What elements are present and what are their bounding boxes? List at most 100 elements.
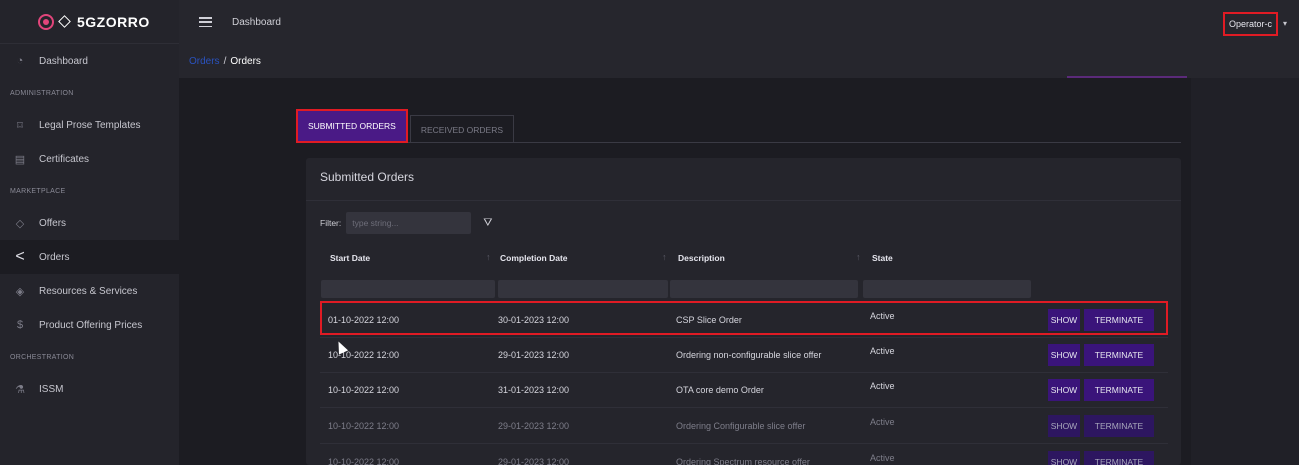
filter-input[interactable] [346, 212, 472, 234]
column-description[interactable]: Description [678, 248, 725, 268]
sort-arrow-icon[interactable]: ↑ [662, 252, 667, 262]
show-button[interactable]: SHOW [1048, 344, 1080, 366]
sidebar-item-label: Resources & Services [39, 285, 138, 297]
sidebar-item-label: Orders [39, 251, 70, 263]
table-row[interactable]: 01-10-2022 12:00 30-01-2023 12:00 CSP Sl… [320, 301, 1168, 335]
tab-received-orders[interactable]: RECEIVED ORDERS [409, 115, 515, 143]
sidebar-item-label: Offers [39, 217, 67, 229]
layers-icon: ◈ [15, 285, 25, 298]
card-title: Submitted Orders [320, 170, 415, 184]
topbar-dashboard-link[interactable]: Dashboard [232, 17, 281, 28]
tab-submitted-orders[interactable]: SUBMITTED ORDERS [296, 109, 408, 143]
cell-completion-date: 30-01-2023 12:00 [498, 315, 570, 325]
breadcrumb-separator: / [223, 55, 227, 67]
show-button[interactable]: SHOW [1048, 309, 1080, 331]
column-state[interactable]: State [872, 248, 893, 268]
chevron-down-icon[interactable]: ▾ [1283, 19, 1287, 28]
submitted-orders-card: Submitted Orders Filter: ⛛ Start Date ↑ … [306, 158, 1181, 465]
filter-row: Filter: ⛛ [320, 212, 493, 234]
breadcrumb: Orders / Orders [179, 44, 1299, 78]
cell-state: Active [870, 381, 895, 391]
breadcrumb-current: Orders [230, 55, 261, 67]
divider [306, 200, 1181, 201]
logo-ring-icon [38, 13, 54, 30]
column-filter-description[interactable] [670, 280, 858, 298]
sidebar-section-marketplace: MARKETPLACE [10, 187, 66, 195]
column-completion-date[interactable]: Completion Date [500, 248, 568, 268]
column-filter-state[interactable] [863, 280, 1031, 298]
sidebar: 5GZORRO ◔ Dashboard ADMINISTRATION ⌑ Leg… [0, 0, 179, 465]
sidebar-item-label: Dashboard [39, 55, 88, 67]
cell-start-date: 10-10-2022 12:00 [328, 385, 400, 395]
column-filter-completion-date[interactable] [498, 280, 668, 298]
show-button[interactable]: SHOW [1048, 451, 1080, 465]
cell-start-date: 01-10-2022 12:00 [328, 315, 400, 325]
sidebar-item-certificates[interactable]: ▤ Certificates [0, 142, 179, 176]
table-header: Start Date ↑ Completion Date ↑ Descripti… [320, 248, 1168, 268]
brand-name: 5GZORRO [77, 13, 150, 30]
sidebar-item-label: Certificates [39, 153, 90, 165]
divider [320, 443, 1168, 444]
cell-description: Ordering Configurable slice offer [676, 421, 806, 431]
topbar: Dashboard Operator-c ▾ [179, 0, 1299, 44]
sidebar-section-orchestration: ORCHESTRATION [10, 353, 75, 361]
sort-arrow-icon[interactable]: ↑ [486, 252, 491, 262]
cell-description: CSP Slice Order [676, 315, 742, 325]
cell-completion-date: 29-01-2023 12:00 [498, 421, 570, 431]
terminate-button[interactable]: TERMINATE [1084, 451, 1154, 465]
user-name: Operator-c [1228, 19, 1272, 29]
cell-state: Active [870, 311, 895, 321]
sidebar-item-legal-prose-templates[interactable]: ⌑ Legal Prose Templates [0, 108, 179, 142]
table-row[interactable]: 10-10-2022 12:00 29-01-2023 12:00 Orderi… [320, 445, 1168, 465]
terminate-button[interactable]: TERMINATE [1084, 344, 1154, 366]
sidebar-item-label: Product Offering Prices [39, 319, 143, 331]
sidebar-item-offers[interactable]: ◇ Offers [0, 206, 179, 240]
terminate-button[interactable]: TERMINATE [1084, 415, 1154, 437]
rocket-icon: ⚗ [15, 383, 25, 396]
main-content: SUBMITTED ORDERS RECEIVED ORDERS Submitt… [179, 78, 1299, 465]
cell-state: Active [870, 346, 895, 356]
flag-icon: ⌑ [17, 119, 23, 132]
sort-arrow-icon[interactable]: ↑ [856, 252, 861, 262]
sidebar-item-label: ISSM [39, 383, 64, 395]
cell-start-date: 10-10-2022 12:00 [328, 457, 400, 465]
dollar-icon: $ [16, 319, 24, 331]
brand-logo[interactable]: 5GZORRO [0, 0, 179, 44]
cell-description: OTA core demo Order [676, 385, 764, 395]
sidebar-section-administration: ADMINISTRATION [10, 89, 74, 97]
cell-state: Active [870, 417, 895, 427]
cell-completion-date: 29-01-2023 12:00 [498, 457, 570, 465]
user-menu[interactable]: Operator-c [1222, 12, 1278, 36]
cell-completion-date: 29-01-2023 12:00 [498, 350, 570, 360]
logo-diamond-icon [58, 15, 71, 28]
table-row[interactable]: 10-10-2022 12:00 29-01-2023 12:00 Orderi… [320, 409, 1168, 443]
column-filter-start-date[interactable] [321, 280, 495, 298]
hamburger-menu-icon[interactable] [199, 17, 212, 27]
cell-completion-date: 31-01-2023 12:00 [498, 385, 570, 395]
sidebar-item-product-offering-prices[interactable]: $ Product Offering Prices [0, 308, 179, 342]
terminate-button[interactable]: TERMINATE [1084, 309, 1154, 331]
table-row[interactable]: 10-10-2022 12:00 29-01-2023 12:00 Orderi… [320, 338, 1168, 372]
cell-description: Ordering non-configurable slice offer [676, 350, 822, 360]
terminate-button[interactable]: TERMINATE [1084, 379, 1154, 401]
filter-funnel-icon[interactable]: ⛛ [483, 217, 492, 230]
table-row[interactable]: 10-10-2022 12:00 31-01-2023 12:00 OTA co… [320, 373, 1168, 407]
breadcrumb-parent[interactable]: Orders [189, 56, 220, 67]
sidebar-item-issm[interactable]: ⚗ ISSM [0, 372, 179, 406]
cell-start-date: 10-10-2022 12:00 [328, 421, 400, 431]
show-button[interactable]: SHOW [1048, 415, 1080, 437]
cell-description: Ordering Spectrum resource offer [676, 457, 810, 465]
right-panel [1191, 78, 1299, 465]
sidebar-item-dashboard[interactable]: ◔ Dashboard [0, 44, 179, 78]
sidebar-item-resources-services[interactable]: ◈ Resources & Services [0, 274, 179, 308]
sidebar-item-label: Legal Prose Templates [39, 119, 141, 131]
tag-icon: ◇ [15, 217, 25, 230]
show-button[interactable]: SHOW [1048, 379, 1080, 401]
divider [320, 407, 1168, 408]
order-tabs: SUBMITTED ORDERS RECEIVED ORDERS [296, 109, 515, 143]
filter-label: Filter: [320, 218, 342, 228]
sidebar-item-orders[interactable]: < Orders [0, 240, 179, 274]
tag-outline-icon: < [15, 248, 25, 265]
column-start-date[interactable]: Start Date [330, 248, 370, 268]
cell-state: Active [870, 453, 895, 463]
